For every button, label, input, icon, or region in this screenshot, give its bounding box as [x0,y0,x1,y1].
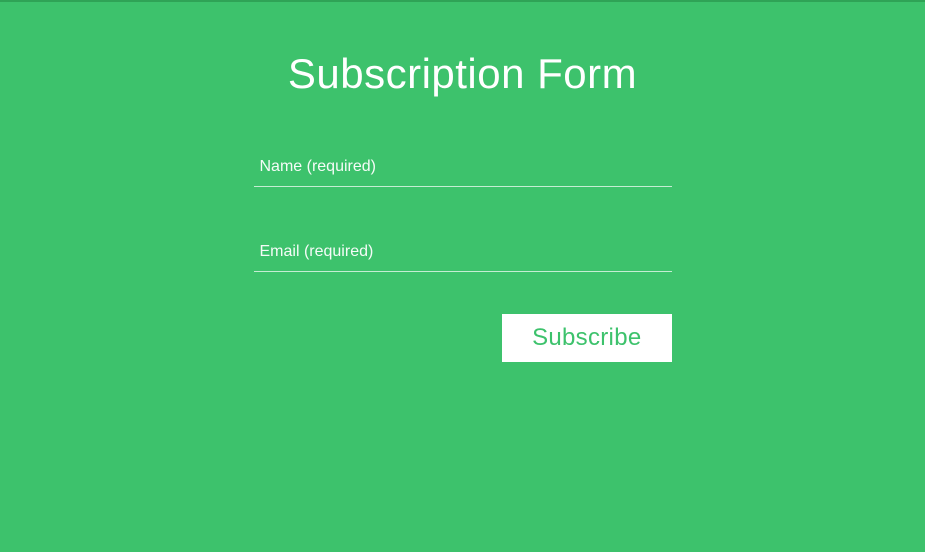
email-input[interactable] [254,235,672,272]
subscription-form-container: Subscription Form Subscribe [0,2,925,362]
form-title: Subscription Form [288,50,637,98]
button-row: Subscribe [254,314,672,362]
subscribe-button[interactable]: Subscribe [502,314,671,362]
name-input[interactable] [254,150,672,187]
name-field-wrapper [254,150,672,187]
email-field-wrapper [254,235,672,272]
subscription-form: Subscribe [254,150,672,362]
